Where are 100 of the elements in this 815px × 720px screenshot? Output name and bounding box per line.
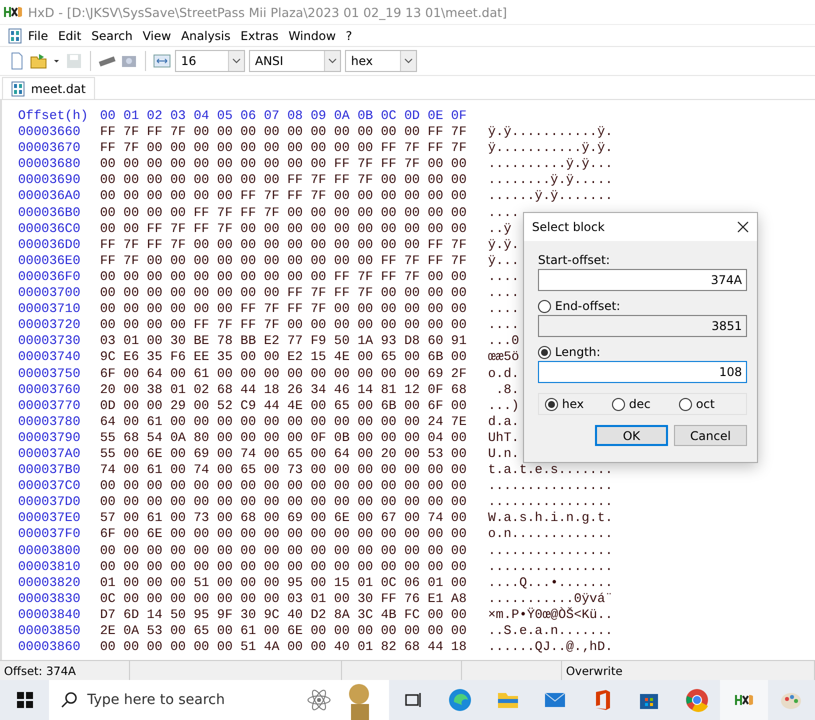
field-label: End-offset: [555,299,620,313]
hex-editor-logo-icon [735,693,754,707]
ascii-text: ..........ÿ.ÿ... [488,156,613,172]
ascii-text: ....Q...•....... [488,574,613,591]
menu-item[interactable]: Window [284,28,340,42]
radio-label: dec [629,397,651,411]
row-offset: 00003660 [18,124,82,140]
hex-bytes: 9C E6 35 F6 EE 35 00 00 E2 15 4E 00 65 00 6B 00 [100,349,468,366]
hex-bytes: 00 00 00 00 00 00 00 00 00 00 00 00 00 00 00 00 [100,558,468,575]
menu-item[interactable]: Edit [54,28,86,42]
field-label: Start-offset: [538,253,611,267]
browser-logo-icon [684,688,709,712]
radio-button[interactable] [612,398,625,410]
hex-bytes: 03 01 00 30 BE 78 BB E2 77 F9 50 1A 93 D8 60 91 [100,333,468,350]
hex-bytes: 01 00 00 00 51 00 00 00 95 00 15 01 0C 06 01 00 [100,574,468,591]
menu-item[interactable]: File [24,28,52,42]
hex-bytes: 0D 00 00 29 00 52 C9 44 4E 00 65 00 6B 00 6F 00 [100,398,468,414]
ascii-text: o.n............. [488,526,613,543]
chevron-down-icon [328,58,337,64]
hex-bytes: 6F 00 6E 00 00 00 00 00 00 00 00 00 00 00 00 00 [100,526,468,543]
row-offset: 00003730 [18,333,82,350]
radio-button[interactable] [538,346,551,358]
hex-bytes: D7 6D 14 50 95 9F 30 9C 40 D2 8A 3C 4B FC 00 00 [100,606,468,623]
row-offset: 00003770 [18,398,82,414]
hex-bytes: 00 00 00 00 00 00 FF 7F FF 7F 00 00 00 00 00 00 [100,188,468,205]
dialog-title: Select block [532,220,605,234]
hex-bytes: 00 00 00 00 00 00 00 00 00 00 00 00 00 00 00 00 [100,478,468,494]
ascii-text: ÿ.ÿ. [488,236,520,253]
ascii-text: W.a.s.h.i.n.g.t. [488,510,613,526]
row-offset: 000036B0 [18,204,82,221]
hex-bytes: 00 00 00 00 FF 7F FF 7F 00 00 00 00 00 00 00 00 [100,317,468,334]
column-header: 00 01 02 03 04 05 06 07 08 09 0A 0B 0C 0D 0E 0F [100,108,468,124]
close-icon[interactable] [737,221,749,233]
chevron-down-icon [404,58,413,64]
radio-button[interactable] [538,300,551,312]
row-offset: 000037C0 [18,478,82,494]
radio-label: hex [562,397,584,411]
row-offset: 00003760 [18,382,82,398]
row-offset: 00003710 [18,301,82,318]
row-offset: 00003820 [18,574,82,591]
hex-bytes: FF 7F 00 00 00 00 00 00 00 00 00 00 FF 7F FF 7F [100,140,468,156]
charset-select[interactable]: ANSI [249,50,341,72]
hex-bytes: 55 00 6E 00 69 00 74 00 65 00 64 00 20 00 53 00 [100,446,468,462]
hex-bytes: 0C 00 00 00 00 00 00 00 03 01 00 30 FF 76 E1 A8 [100,590,468,607]
app-icon [4,5,22,19]
hex-bytes: 00 00 00 00 FF 7F FF 7F 00 00 00 00 00 00 00 00 [100,204,468,221]
file-tab[interactable]: meet.dat [2,77,95,99]
width-arrows-icon[interactable] [153,52,171,70]
hex-bytes: 6F 00 64 00 61 00 00 00 00 00 00 00 00 00 69 2F [100,366,468,382]
search-icon [61,692,78,708]
row-offset: 00003860 [18,639,82,656]
row-offset: 00003680 [18,156,82,172]
hex-bytes: 00 00 00 00 00 00 00 00 00 00 FF 7F FF 7F 00 00 [100,268,468,286]
row-offset: 000036E0 [18,252,82,269]
taskbar-search-field[interactable]: Type here to search [49,680,390,720]
dialog-button[interactable]: OK [595,425,668,446]
row-offset: 00003750 [18,366,82,382]
length-field[interactable]: 108 [538,361,747,383]
ascii-text: .... [488,285,520,302]
ascii-text: t.a.t.e.s....... [488,462,613,478]
ascii-text: ...0 [488,333,520,350]
ascii-text: d.a. [488,414,520,430]
dialog-button[interactable]: Cancel [674,425,747,446]
menu-item[interactable]: Search [87,28,137,42]
hex-bytes: 00 00 00 00 00 00 00 00 FF 7F FF 7F 00 00 00 00 [100,172,468,188]
hex-bytes: FF 7F FF 7F 00 00 00 00 00 00 00 00 00 00 FF 7F [100,124,468,140]
atom-icon [307,688,332,712]
document-icon [8,28,22,44]
hex-bytes: 64 00 61 00 00 00 00 00 00 00 00 00 00 00 24 7E [100,414,468,430]
row-offset: 000036C0 [18,220,82,237]
ascii-text: ........ÿ.ÿ..... [488,172,613,188]
ascii-text: ................ [488,558,613,575]
ascii-text: ...) [488,398,520,414]
ascii-text: .... [488,317,520,334]
menu-item[interactable]: Analysis [177,28,235,42]
row-offset: 00003720 [18,317,82,334]
menu-item[interactable]: ? [342,28,356,42]
row-offset: 00003780 [18,414,82,430]
ascii-text: ÿ.ÿ...........ÿ. [488,124,613,140]
menu-item[interactable]: View [138,28,176,42]
wave-logo-icon [448,688,472,712]
hex-bytes: 20 00 38 01 02 68 44 18 26 34 46 14 81 12 0F 68 [100,382,468,398]
radio-button[interactable] [545,398,558,410]
radio-label: oct [696,397,715,411]
bytes-per-row-select[interactable]: 16 [175,50,245,72]
start-offset-field[interactable]: 374A [538,269,747,291]
ascii-text: .... [488,268,520,286]
end-offset-field[interactable]: 3851 [538,315,747,337]
ascii-text: .... [488,301,520,318]
base-select[interactable]: hex [345,50,417,72]
hex-bytes: 00 00 00 00 00 00 00 00 00 00 FF 7F FF 7F 00 00 [100,156,468,172]
radio-button[interactable] [679,398,692,410]
taskbar-app[interactable] [720,680,768,720]
hex-bytes: 00 00 00 00 00 00 51 4A 00 00 40 01 82 68 44 18 [100,639,468,656]
ascii-text: ......QJ..@.‚hD. [488,639,613,656]
ascii-text: .... [488,204,520,221]
row-offset: 00003850 [18,623,82,640]
ascii-text: ×m.P•Ÿ0œ@ÒŠ<Kü.. [488,606,613,623]
row-offset: 00003840 [18,606,82,623]
menu-item[interactable]: Extras [236,28,282,42]
